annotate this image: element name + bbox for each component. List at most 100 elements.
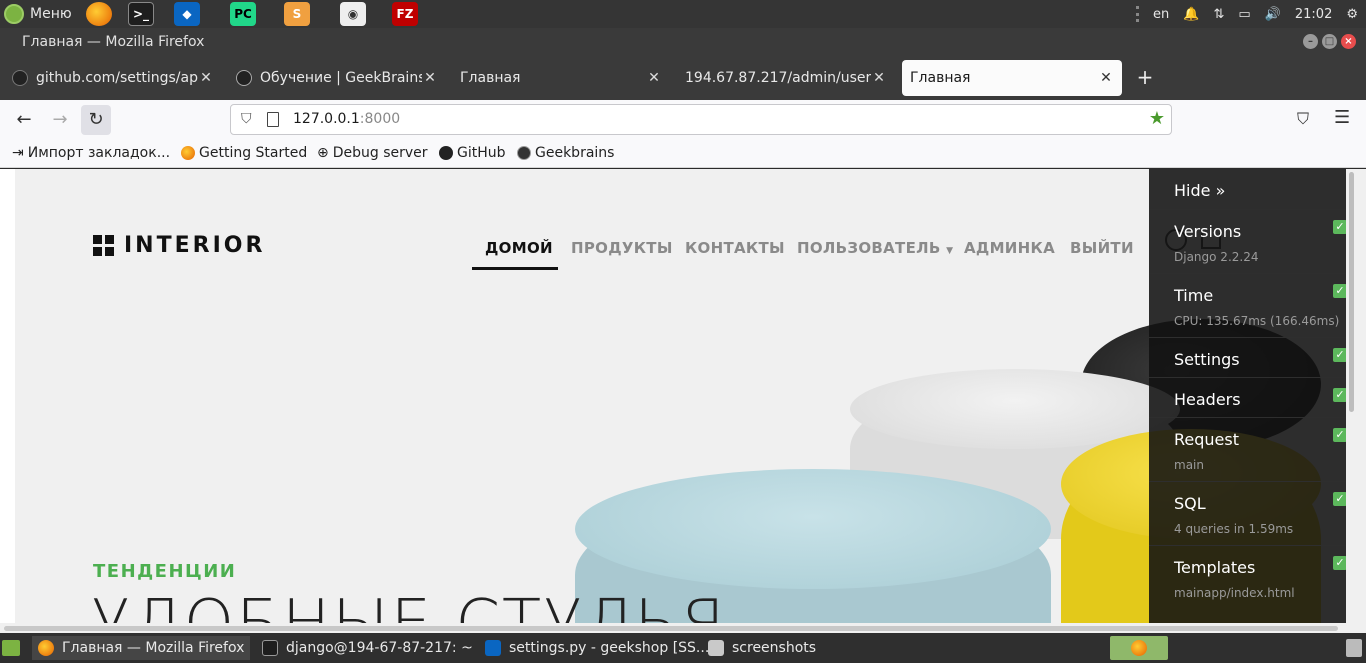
close-window-button[interactable]: × — [1341, 34, 1356, 49]
volume-icon[interactable]: 🔊 — [1265, 7, 1281, 22]
taskbar-firefox[interactable]: Главная — Mozilla Firefox — [32, 636, 251, 660]
hamburger-menu-icon[interactable]: ☰ — [1334, 107, 1350, 128]
bookmark-star-icon[interactable]: ★ — [1149, 108, 1165, 129]
bookmark-debug-server[interactable]: ⊕ Debug server — [317, 145, 428, 161]
tracking-shield-icon[interactable]: ⛉ — [241, 111, 252, 127]
tab-home-1[interactable]: Главная ✕ — [452, 60, 670, 96]
nav-contacts[interactable]: КОНТАКТЫ — [685, 239, 785, 257]
tab-title: Главная — [460, 70, 521, 86]
bookmark-label: GitHub — [457, 145, 506, 161]
page-info-icon[interactable] — [267, 112, 279, 127]
url-text[interactable]: 127.0.0.1:8000 — [293, 111, 400, 127]
keyboard-layout[interactable]: en — [1153, 7, 1169, 22]
trash-icon[interactable] — [1346, 639, 1362, 657]
site-content: INTERIOR ДОМОЙ ПРОДУКТЫ КОНТАКТЫ ПОЛЬЗОВ… — [15, 169, 1366, 623]
checkbox-checked-icon[interactable]: ✓ — [1333, 388, 1347, 402]
pycharm-launcher-icon[interactable]: PC — [230, 2, 256, 26]
new-tab-button[interactable]: + — [1134, 66, 1156, 88]
network-icon[interactable]: ⇅ — [1213, 7, 1224, 22]
firefox-icon — [1131, 640, 1147, 656]
page-scroll-thumb[interactable] — [1349, 172, 1354, 412]
bookmark-import[interactable]: ⇥ Импорт закладок... — [12, 145, 170, 161]
tab-geekbrains[interactable]: Обучение | GeekBrains - ✕ — [228, 60, 446, 96]
debug-panel-sub: main — [1174, 458, 1204, 472]
bookmark-geekbrains[interactable]: Geekbrains — [517, 145, 614, 161]
nav-admin[interactable]: АДМИНКА — [964, 239, 1055, 257]
tab-title: Главная — [910, 70, 971, 86]
debug-panel-time[interactable]: Time CPU: 135.67ms (166.46ms) ✓ — [1149, 273, 1361, 337]
debug-panel-versions[interactable]: Versions Django 2.2.24 ✓ — [1149, 209, 1361, 273]
vpn-launcher-icon[interactable]: ◉ — [340, 2, 366, 26]
tab-close-icon[interactable]: ✕ — [871, 70, 887, 86]
debug-panel-sub: Django 2.2.24 — [1174, 250, 1259, 264]
globe-icon: ⊕ — [317, 145, 329, 161]
bookmark-label: Geekbrains — [535, 145, 615, 161]
vscode-launcher-icon[interactable]: ◆ — [174, 2, 200, 26]
debug-hide-link[interactable]: Hide » — [1174, 181, 1225, 200]
taskbar-label: settings.py - geekshop [SS... — [509, 640, 710, 656]
logo-squares-icon — [93, 235, 114, 256]
geekbrains-icon — [236, 70, 252, 86]
reload-button[interactable]: ↻ — [81, 105, 111, 135]
debug-panel-request[interactable]: Request main ✓ — [1149, 417, 1361, 481]
workspace-firefox-active[interactable] — [1110, 636, 1168, 660]
debug-panel-headers[interactable]: Headers ✓ — [1149, 377, 1361, 417]
hero-kicker: ТЕНДЕНЦИИ — [93, 561, 237, 582]
notifications-icon[interactable]: 🔔 — [1183, 7, 1199, 22]
maximize-button[interactable]: □ — [1322, 34, 1337, 49]
taskbar-terminal[interactable]: django@194-67-87-217: ~ — [256, 636, 479, 660]
window-title: Главная — Mozilla Firefox — [22, 34, 205, 50]
url-host: 127.0.0.1 — [293, 111, 360, 127]
hero-title: УДОБНЫЕ СТУЛЬЯ — [91, 587, 727, 623]
system-menu-button[interactable]: Меню — [4, 4, 72, 24]
checkbox-checked-icon[interactable]: ✓ — [1333, 220, 1347, 234]
debug-panel-sql[interactable]: SQL 4 queries in 1.59ms ✓ — [1149, 481, 1361, 545]
checkbox-checked-icon[interactable]: ✓ — [1333, 284, 1347, 298]
filezilla-launcher-icon[interactable]: FZ — [392, 2, 418, 26]
debug-panel-title: Time — [1174, 286, 1214, 305]
checkbox-checked-icon[interactable]: ✓ — [1333, 556, 1347, 570]
tab-close-icon[interactable]: ✕ — [422, 70, 438, 86]
tab-close-icon[interactable]: ✕ — [646, 70, 662, 86]
show-desktop-icon[interactable] — [2, 640, 20, 656]
back-button[interactable]: ← — [9, 105, 39, 135]
minimize-button[interactable]: – — [1303, 34, 1318, 49]
debug-panel-templates[interactable]: Templates mainapp/index.html ✓ — [1149, 545, 1361, 609]
terminal-launcher-icon[interactable]: >_ — [128, 2, 154, 26]
brand-name: INTERIOR — [124, 233, 266, 258]
debug-panel-title: Headers — [1174, 390, 1241, 409]
debug-panel-title: Settings — [1174, 350, 1240, 369]
nav-home[interactable]: ДОМОЙ — [485, 239, 553, 257]
page-viewport: INTERIOR ДОМОЙ ПРОДУКТЫ КОНТАКТЫ ПОЛЬЗОВ… — [0, 169, 1366, 623]
bookmark-github[interactable]: GitHub — [439, 145, 506, 161]
system-top-panel: Меню >_ ◆ PC S ◉ FZ en 🔔 ⇅ ▭ 🔊 21:02 ⚙ — [0, 0, 1366, 28]
bookmark-getting-started[interactable]: Getting Started — [181, 145, 307, 161]
page-horizontal-scroll-thumb[interactable] — [4, 626, 1338, 631]
tab-close-icon[interactable]: ✕ — [198, 70, 214, 86]
nav-active-underline — [472, 267, 558, 270]
taskbar-files[interactable]: screenshots — [702, 636, 822, 660]
clock[interactable]: 21:02 — [1295, 7, 1332, 22]
site-logo[interactable]: INTERIOR — [93, 233, 265, 258]
nav-logout[interactable]: ВЫЙТИ — [1070, 239, 1134, 257]
tab-github[interactable]: github.com/settings/appl ✕ — [4, 60, 222, 96]
battery-icon[interactable]: ▭ — [1238, 7, 1250, 22]
nav-products[interactable]: ПРОДУКТЫ — [571, 239, 673, 257]
pocket-icon[interactable]: ⛉ — [1297, 109, 1309, 129]
checkbox-checked-icon[interactable]: ✓ — [1333, 492, 1347, 506]
tray-separator — [1136, 6, 1140, 22]
sublime-launcher-icon[interactable]: S — [284, 2, 310, 26]
forward-button[interactable]: → — [45, 105, 75, 135]
tab-admin-users[interactable]: 194.67.87.217/admin/users/ ✕ — [677, 60, 895, 96]
checkbox-checked-icon[interactable]: ✓ — [1333, 428, 1347, 442]
firefox-launcher-icon[interactable] — [86, 2, 112, 26]
settings-gear-icon[interactable]: ⚙ — [1346, 7, 1358, 22]
taskbar-vscode[interactable]: settings.py - geekshop [SS... — [479, 636, 715, 660]
url-bar[interactable]: ⛉ 127.0.0.1:8000 ★ — [230, 104, 1172, 135]
nav-user-dropdown[interactable]: ПОЛЬЗОВАТЕЛЬ ▼ — [797, 239, 953, 257]
debug-panel-settings[interactable]: Settings ✓ — [1149, 337, 1361, 377]
tab-close-icon[interactable]: ✕ — [1098, 70, 1114, 86]
checkbox-checked-icon[interactable]: ✓ — [1333, 348, 1347, 362]
tab-home-active[interactable]: Главная ✕ — [902, 60, 1122, 96]
window-title-bar: Главная — Mozilla Firefox – □ × — [0, 28, 1366, 56]
